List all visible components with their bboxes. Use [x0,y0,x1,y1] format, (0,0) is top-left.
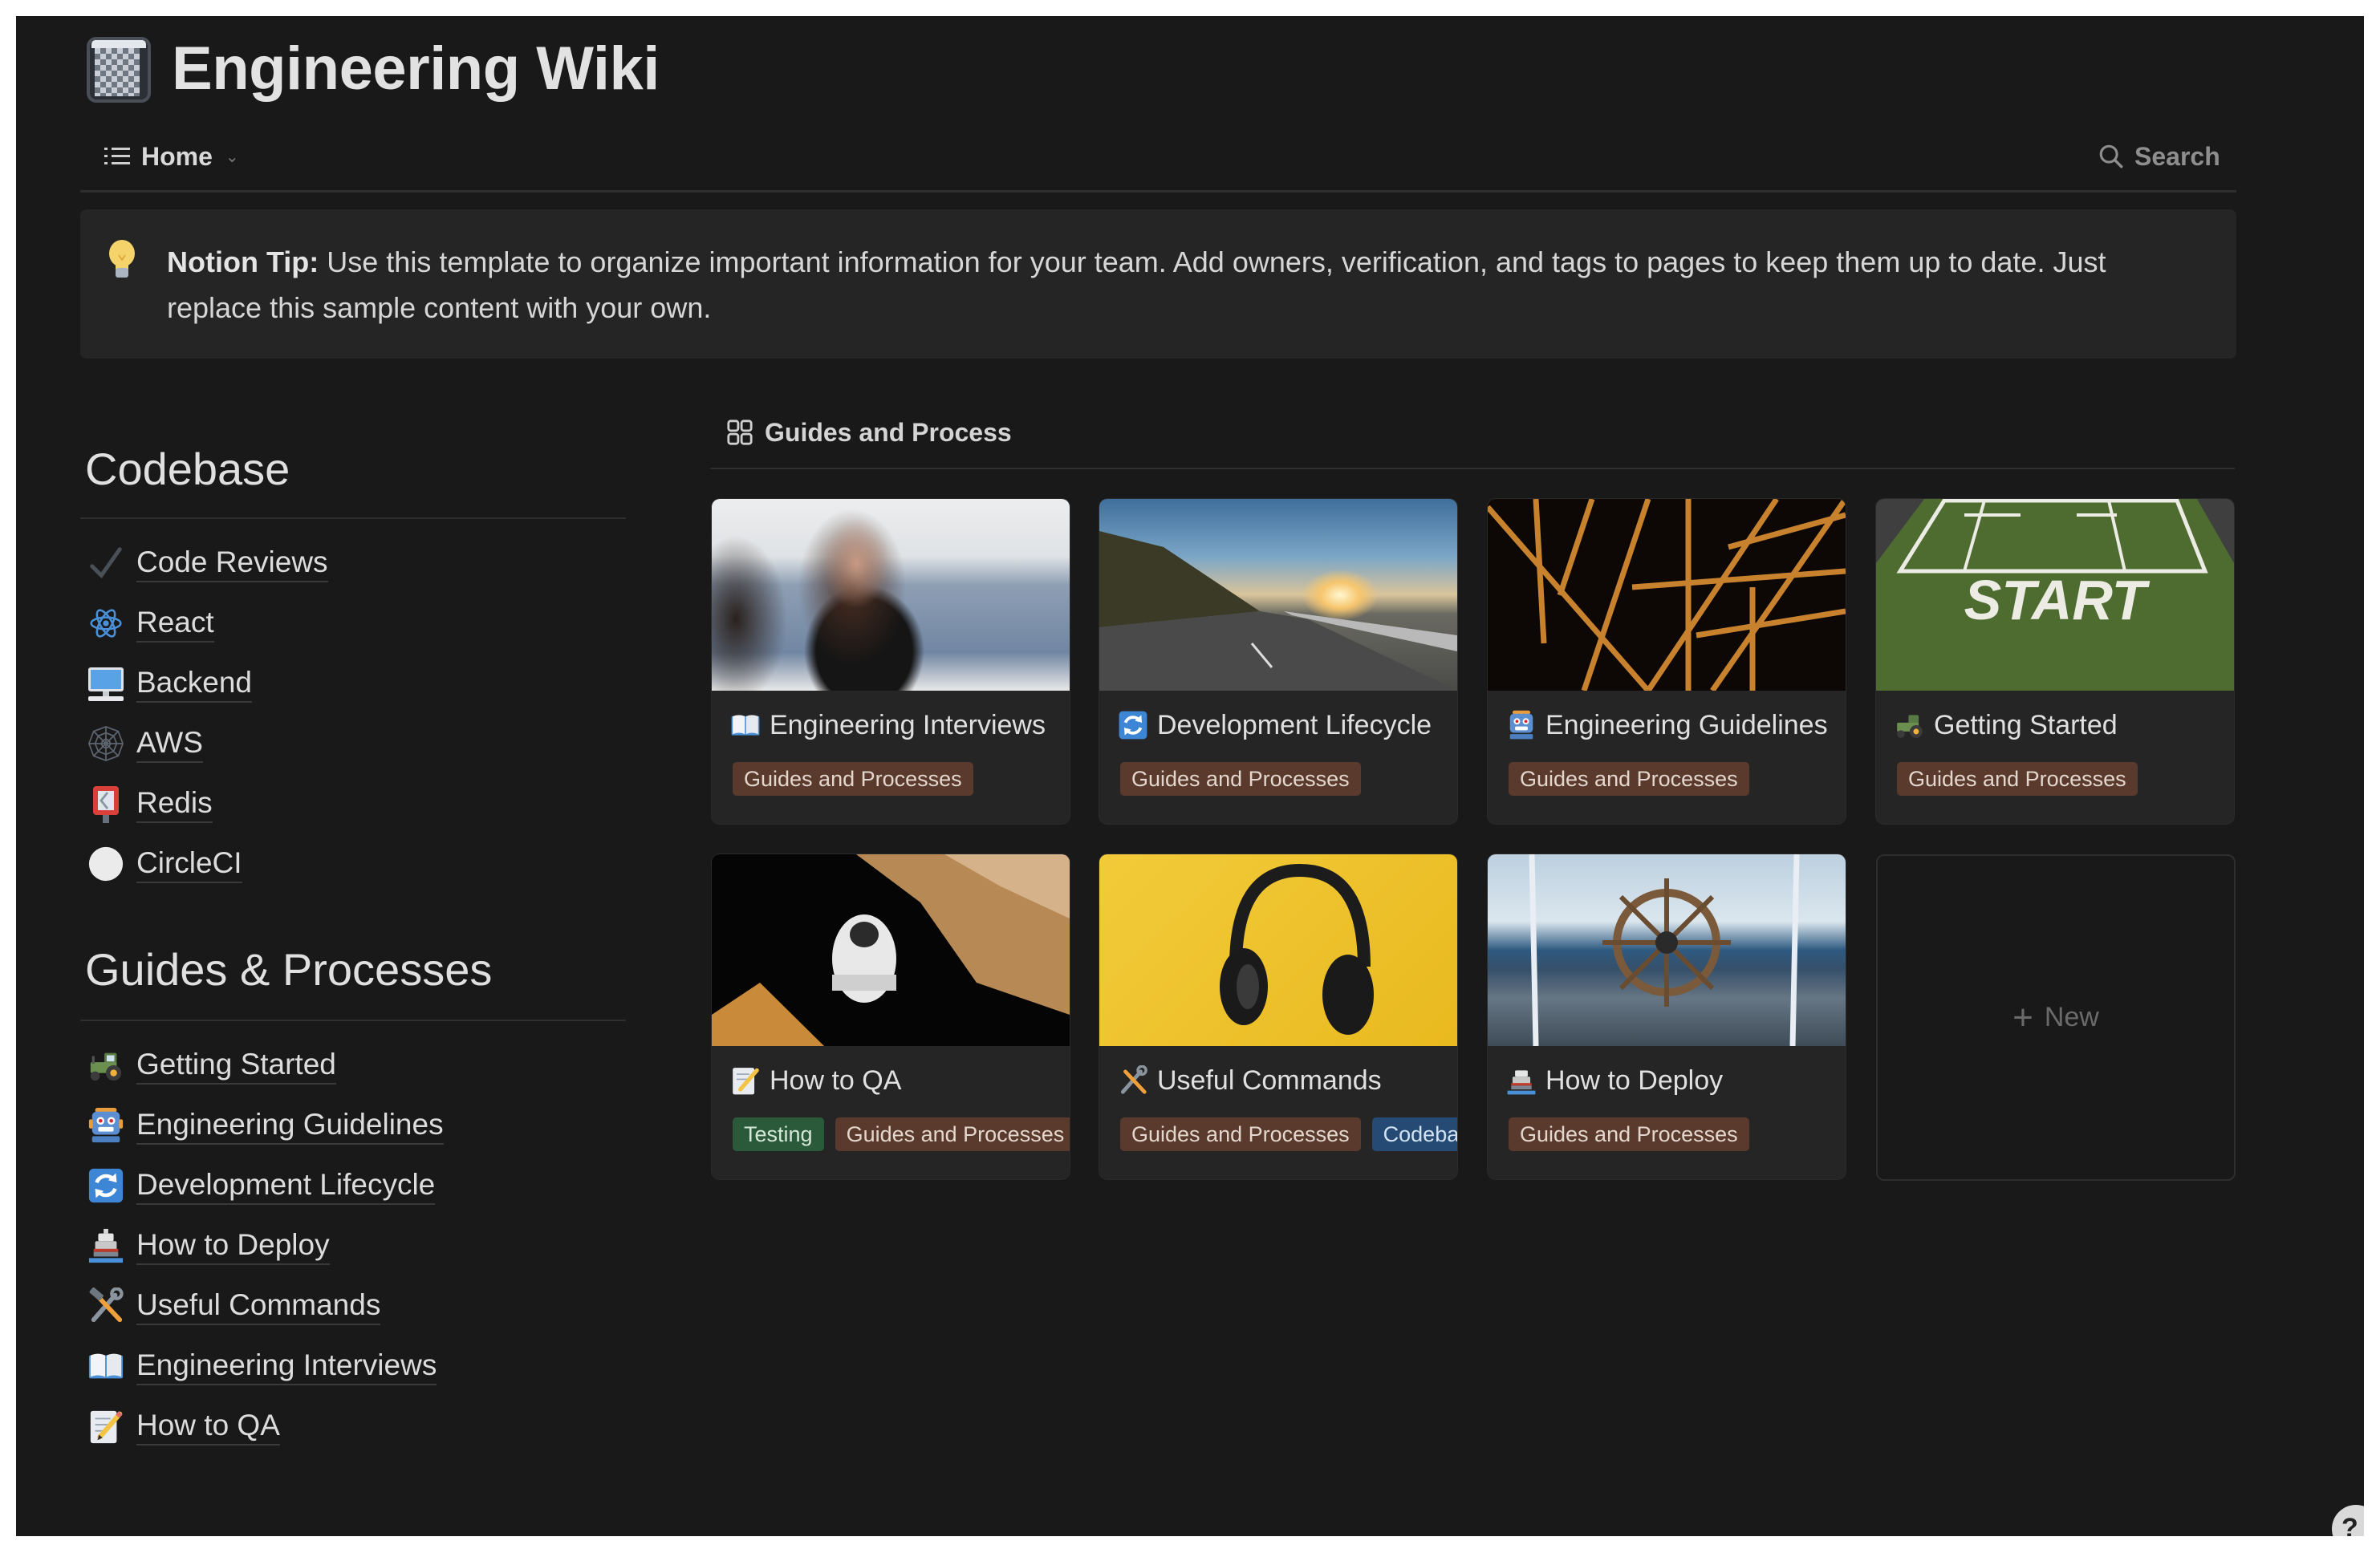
codebase-item-backend[interactable]: Backend [85,659,252,708]
codebase-item-redis[interactable]: Redis [85,780,213,828]
gallery-view-tab[interactable]: Guides and Process [726,414,1012,451]
hammer-wrench-icon [85,1285,127,1327]
tractor-icon [85,1044,127,1086]
gallery-title: Guides and Process [765,417,1012,447]
callout-bold-label: Notion Tip: [167,245,319,278]
card-tags: Guides and Processes Codebase [1120,1117,1457,1151]
open-book-icon [729,709,762,741]
guides-item-engineering-guidelines[interactable]: Engineering Guidelines [85,1101,444,1150]
interview-photo [712,499,1070,691]
tag-testing: Testing [733,1117,824,1151]
headphones-yellow-photo [1099,854,1457,1046]
tag-guides-and-processes: Guides and Processes [1897,762,2138,796]
search-icon [2099,144,2123,168]
new-page-button[interactable]: + New [1876,854,2236,1181]
guides-item-getting-started[interactable]: Getting Started [85,1041,336,1089]
tag-guides-and-processes: Guides and Processes [1509,762,1749,796]
hammer-wrench-icon [1117,1064,1149,1097]
gallery-divider [710,468,2235,469]
start-line-turf-photo: START [1876,499,2234,691]
codebase-item-react[interactable]: React [85,599,214,647]
new-label: New [2044,1002,2099,1032]
tag-codebase: Codebase [1371,1117,1457,1151]
cycle-arrows-icon [85,1165,127,1206]
card-tags: Guides and Processes [1509,1117,1749,1151]
codebase-item-circleci[interactable]: CircleCI [85,840,242,888]
lightbulb-icon [109,240,135,278]
codebase-item-aws[interactable]: AWS [85,720,203,768]
postbox-icon [85,783,127,825]
gallery-card-getting-started[interactable]: START Getting Started Guides and Process… [1876,499,2234,824]
card-tags: Testing Guides and Processes [733,1117,1070,1151]
frame-bottom-border [0,1536,2380,1553]
card-title: Development Lifecycle [1117,706,1432,744]
nav-divider [80,190,2236,193]
gallery-card-useful-commands[interactable]: Useful Commands Guides and Processes Cod… [1099,854,1457,1179]
tag-guides-and-processes: Guides and Processes [835,1117,1070,1151]
card-title: How to Deploy [1505,1061,1723,1100]
card-title: How to QA [729,1061,901,1100]
tag-guides-and-processes: Guides and Processes [1509,1117,1749,1151]
atom-icon [85,602,127,644]
guides-item-how-to-qa[interactable]: How to QA [85,1402,280,1450]
gallery-grid-icon [727,420,753,445]
gallery-card-development-lifecycle[interactable]: Development Lifecycle Guides and Process… [1099,499,1457,824]
frame-right-border [2364,0,2380,1553]
search-label: Search [2134,141,2220,171]
card-title: Getting Started [1894,706,2118,744]
ship-icon [85,1225,127,1267]
checkmark-icon [85,542,127,584]
callout-body: Use this template to organize important … [167,245,2106,324]
open-book-icon [85,1345,127,1387]
guides-item-engineering-interviews[interactable]: Engineering Interviews [85,1342,437,1390]
guides-item-useful-commands[interactable]: Useful Commands [85,1282,381,1330]
card-title: Useful Commands [1117,1061,1382,1100]
spider-web-icon [85,723,127,764]
white-circle-icon [85,843,127,885]
home-label: Home [141,141,213,171]
ship-wheel-photo [1488,854,1846,1046]
chevron-down-icon: ⌄ [225,148,239,166]
tag-guides-and-processes: Guides and Processes [733,762,973,796]
gallery-card-engineering-guidelines[interactable]: Engineering Guidelines Guides and Proces… [1488,499,1846,824]
memo-icon [729,1064,762,1097]
card-tags: Guides and Processes [1897,762,2138,796]
memo-icon [85,1405,127,1447]
codebase-heading: Codebase [85,444,290,494]
cycle-arrows-icon [1117,709,1149,741]
ship-icon [1505,1064,1537,1097]
guides-divider [80,1020,626,1021]
desktop-computer-icon [85,663,127,704]
card-tags: Guides and Processes [733,762,973,796]
svg-text:START: START [1964,569,2151,631]
steel-girders-photo [1488,499,1846,691]
card-title: Engineering Interviews [729,706,1046,744]
card-tags: Guides and Processes [1120,762,1361,796]
search-button[interactable]: Search [2098,138,2220,175]
tag-guides-and-processes: Guides and Processes [1120,762,1361,796]
card-title: Engineering Guidelines [1505,706,1828,744]
codebase-item-code-reviews[interactable]: Code Reviews [85,539,328,587]
home-view-dropdown[interactable]: Home ⌄ [104,138,239,175]
astronaut-spacewalk-photo [712,854,1070,1046]
robot-icon [85,1105,127,1146]
tractor-icon [1894,709,1926,741]
gallery-card-engineering-interviews[interactable]: Engineering Interviews Guides and Proces… [712,499,1070,824]
page-title: Engineering Wiki [172,34,660,103]
gallery-card-how-to-deploy[interactable]: How to Deploy Guides and Processes [1488,854,1846,1179]
list-icon [104,146,130,167]
card-tags: Guides and Processes [1509,762,1749,796]
robot-icon [1505,709,1537,741]
plus-icon: + [2012,997,2033,1037]
guides-item-how-to-deploy[interactable]: How to Deploy [85,1222,330,1270]
codebase-divider [80,517,626,519]
gallery-card-how-to-qa[interactable]: How to QA Testing Guides and Processes [712,854,1070,1179]
tag-guides-and-processes: Guides and Processes [1120,1117,1361,1151]
guides-item-development-lifecycle[interactable]: Development Lifecycle [85,1162,436,1210]
callout-text: Notion Tip: Use this template to organiz… [167,239,2205,330]
guides-heading: Guides & Processes [85,944,493,995]
mountain-road-sunset-photo [1099,499,1457,691]
wiki-book-icon [87,37,151,103]
